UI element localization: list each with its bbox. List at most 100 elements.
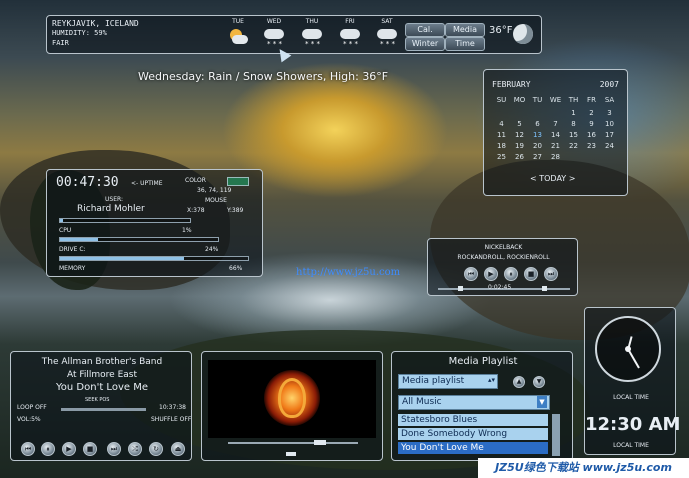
- forecast-day-sat[interactable]: SAT * * *: [374, 18, 400, 52]
- remaining-time: 10:37:38: [159, 404, 186, 411]
- calendar-day[interactable]: 25: [494, 153, 509, 161]
- calendar-grid: SU MO TU WE TH FR SA 1 2 3 4 5 6 7 8 9 10 11 12 13 14 15 16 17 1…: [494, 96, 620, 166]
- system-monitor-widget: 00:47:30 <- UPTIME COLOR 36, 74, 119 USE…: [46, 169, 263, 277]
- calendar-day[interactable]: 3: [602, 109, 617, 117]
- stop-icon: ■: [86, 445, 94, 453]
- mini-player-time: 0:02:45: [488, 284, 512, 291]
- play-button[interactable]: ▶: [484, 267, 498, 281]
- mini-seek-handle[interactable]: [458, 286, 463, 291]
- mouse-x: X:378: [187, 207, 205, 214]
- forecast-day-thu[interactable]: THU * * *: [299, 18, 325, 52]
- uptime-label: <- UPTIME: [131, 180, 163, 187]
- visualizer-widget: [201, 351, 383, 461]
- calendar-day[interactable]: 9: [584, 120, 599, 128]
- calendar-day[interactable]: 17: [602, 131, 617, 139]
- calendar-day[interactable]: 16: [584, 131, 599, 139]
- calendar-weekday: FR: [587, 96, 596, 104]
- uptime-clock: 00:47:30: [56, 175, 119, 190]
- calendar-day[interactable]: 15: [566, 131, 581, 139]
- calendar-day[interactable]: 21: [548, 142, 563, 150]
- calendar-day[interactable]: 12: [512, 131, 527, 139]
- forecast-day-label: SAT: [381, 18, 393, 25]
- forecast-day-tue[interactable]: TUE: [225, 18, 251, 52]
- cpu-value: 1%: [182, 227, 192, 234]
- calendar-day[interactable]: 23: [584, 142, 599, 150]
- calendar-day[interactable]: 2: [584, 109, 599, 117]
- visualizer-screen: [208, 360, 376, 438]
- color-swatch: [227, 177, 249, 186]
- calendar-weekday: WE: [549, 96, 562, 104]
- color-label: COLOR: [185, 177, 206, 184]
- calendar-day[interactable]: 26: [512, 153, 527, 161]
- calendar-day[interactable]: 6: [530, 120, 545, 128]
- playlist-list: Statesboro Blues Done Somebody Wrong You…: [392, 414, 574, 458]
- memory-label: MEMORY: [59, 265, 86, 272]
- playlist-down-button[interactable]: ▼: [533, 376, 545, 388]
- playlist-dropdown-value: Media playlist: [402, 376, 465, 386]
- mini-player-track: ROCKANDROLL, ROCKIENROLL: [457, 254, 550, 261]
- calendar-day[interactable]: 22: [566, 142, 581, 150]
- calendar-weekday: TH: [568, 96, 579, 104]
- mini-volume-handle[interactable]: [542, 286, 547, 291]
- forecast-day-fri[interactable]: FRI * * *: [337, 18, 363, 52]
- music-track: You Don't Love Me: [56, 382, 148, 393]
- music-prev-button[interactable]: ⏮: [21, 442, 35, 456]
- media-toggle-button[interactable]: Media: [445, 23, 485, 37]
- calendar-day[interactable]: 24: [602, 142, 617, 150]
- clock-widget: LOCAL TIME 12:30 AM LOCAL TIME: [584, 307, 680, 455]
- calendar-day[interactable]: 18: [494, 142, 509, 150]
- mouse-label: MOUSE: [205, 197, 227, 204]
- next-button[interactable]: ⏭: [544, 267, 558, 281]
- calendar-day[interactable]: 27: [530, 153, 545, 161]
- music-repeat-button[interactable]: ↻: [149, 442, 163, 456]
- playlist-scrollbar[interactable]: [552, 414, 560, 456]
- weather-condition: FAIR: [52, 39, 69, 47]
- music-next-button[interactable]: ⏭: [107, 442, 121, 456]
- calendar-today-button[interactable]: < TODAY >: [530, 174, 575, 183]
- analog-clock: [595, 316, 661, 382]
- music-eject-button[interactable]: ⏏: [171, 442, 185, 456]
- calendar-day[interactable]: 10: [602, 120, 617, 128]
- drive-value: 24%: [205, 246, 219, 253]
- mouse-y: Y:389: [227, 207, 244, 214]
- music-stop-button[interactable]: ■: [83, 442, 97, 456]
- playlist-dropdown[interactable]: Media playlist ▴▾: [398, 374, 498, 389]
- playlist-item[interactable]: Statesboro Blues: [398, 414, 548, 426]
- music-seek-bar[interactable]: [61, 408, 146, 411]
- music-pause-button[interactable]: ⏸: [41, 442, 55, 456]
- calendar-day[interactable]: 1: [566, 109, 581, 117]
- calendar-day[interactable]: 13: [530, 131, 545, 139]
- calendar-day[interactable]: 7: [548, 120, 563, 128]
- visualizer-seek-track[interactable]: [228, 442, 358, 444]
- pause-button[interactable]: ⏸: [504, 267, 518, 281]
- forecast-day-label: TUE: [232, 18, 244, 25]
- calendar-day[interactable]: 28: [548, 153, 563, 161]
- calendar-day[interactable]: 19: [512, 142, 527, 150]
- music-shuffle-button[interactable]: ⤮: [128, 442, 142, 456]
- calendar-day[interactable]: 4: [494, 120, 509, 128]
- previous-button[interactable]: ⏮: [464, 267, 478, 281]
- music-play-button[interactable]: ▶: [62, 442, 76, 456]
- playlist-item-selected[interactable]: You Don't Love Me: [398, 442, 548, 454]
- calendar-day[interactable]: 14: [548, 131, 563, 139]
- loop-toggle[interactable]: LOOP OFF: [17, 404, 47, 411]
- calendar-day[interactable]: 5: [512, 120, 527, 128]
- memory-bar-fill: [60, 257, 185, 260]
- stop-button[interactable]: ■: [524, 267, 538, 281]
- winter-theme-button[interactable]: Winter: [405, 37, 445, 51]
- calendar-toggle-button[interactable]: Cal.: [405, 23, 445, 37]
- pause-icon: ⏸: [509, 270, 513, 278]
- shuffle-toggle[interactable]: SHUFFLE OFF: [151, 416, 191, 423]
- snow-icon: * * *: [340, 29, 360, 48]
- calendar-day[interactable]: 20: [530, 142, 545, 150]
- playlist-item[interactable]: Done Somebody Wrong: [398, 428, 548, 440]
- playlist-filter-select[interactable]: All Music ▼: [398, 395, 550, 410]
- calendar-day[interactable]: 11: [494, 131, 509, 139]
- time-toggle-button[interactable]: Time: [445, 37, 485, 51]
- color-values: 36, 74, 119: [197, 187, 232, 194]
- visualizer-seek-handle[interactable]: [314, 440, 326, 445]
- visualizer-volume-handle[interactable]: [286, 452, 296, 456]
- calendar-day[interactable]: 8: [566, 120, 581, 128]
- forecast-headline: Wednesday: Rain / Snow Showers, High: 36…: [138, 70, 389, 83]
- playlist-up-button[interactable]: ▲: [513, 376, 525, 388]
